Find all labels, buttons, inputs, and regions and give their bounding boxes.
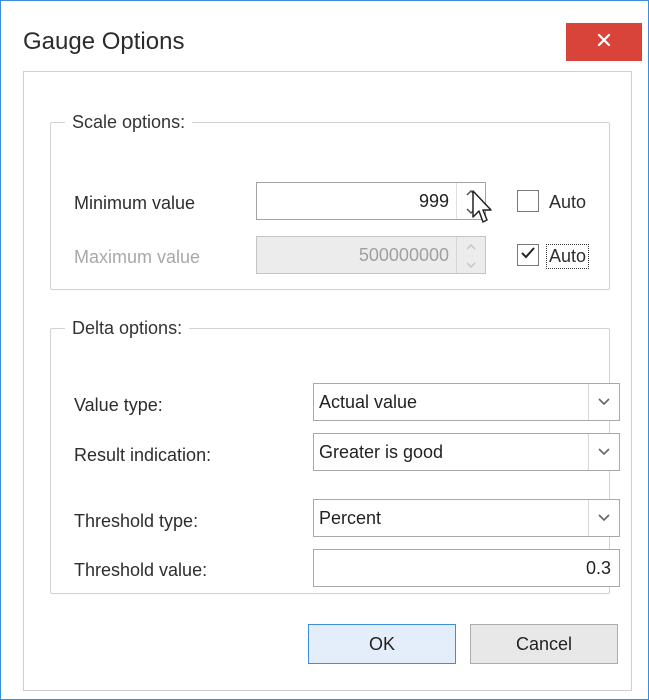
- threshold-type-dropdown-button[interactable]: [588, 500, 619, 536]
- gauge-options-dialog: Gauge Options Scale options: Minimum val…: [0, 0, 649, 700]
- value-type-value: Actual value: [319, 392, 418, 412]
- minimum-value-input[interactable]: 999: [257, 183, 457, 219]
- chevron-down-icon: [598, 393, 610, 411]
- threshold-type-label: Threshold type:: [74, 511, 199, 531]
- threshold-type-combo[interactable]: Percent: [313, 499, 620, 537]
- minimum-auto-checkbox[interactable]: [517, 190, 539, 212]
- close-icon: [597, 33, 611, 52]
- minimum-auto-label[interactable]: Auto: [547, 191, 588, 214]
- result-indication-dropdown-button[interactable]: [588, 434, 619, 470]
- delta-options-group: Delta options: Value type: Actual value …: [50, 318, 620, 594]
- spin-down-icon: [466, 255, 476, 273]
- maximum-auto-label[interactable]: Auto: [545, 244, 590, 269]
- spin-up-button-disabled: [457, 237, 485, 255]
- result-indication-label: Result indication:: [74, 445, 212, 465]
- maximum-value-spin-buttons: [456, 237, 485, 273]
- value-type-combo[interactable]: Actual value: [313, 383, 620, 421]
- result-indication-value: Greater is good: [319, 442, 444, 462]
- value-type-label: Value type:: [74, 395, 163, 415]
- maximum-auto-checkbox[interactable]: [517, 244, 539, 266]
- delta-options-legend: Delta options:: [72, 318, 183, 338]
- cancel-button[interactable]: Cancel: [470, 624, 618, 664]
- maximum-value-spinner: 500000000: [256, 236, 486, 274]
- chevron-down-icon: [598, 443, 610, 461]
- maximum-value-input: 500000000: [358, 245, 449, 265]
- chevron-down-icon: [598, 509, 610, 527]
- result-indication-combo[interactable]: Greater is good: [313, 433, 620, 471]
- dialog-body: Scale options: Minimum value 999 Auto Ma…: [23, 71, 632, 691]
- checkmark-icon: [520, 246, 536, 265]
- title-bar[interactable]: Gauge Options: [1, 1, 648, 61]
- spin-up-icon: [466, 237, 476, 255]
- threshold-value-label: Threshold value:: [74, 560, 208, 580]
- scale-options-group: Scale options: Minimum value 999 Auto Ma…: [50, 112, 610, 290]
- scale-options-legend: Scale options:: [72, 112, 186, 132]
- threshold-type-value: Percent: [319, 508, 382, 528]
- minimum-value-spinner[interactable]: 999: [256, 182, 486, 220]
- value-type-dropdown-button[interactable]: [588, 384, 619, 420]
- minimum-value-label: Minimum value: [74, 193, 196, 213]
- spin-down-button-disabled: [457, 255, 485, 273]
- maximum-value-label: Maximum value: [74, 247, 201, 267]
- window-title: Gauge Options: [23, 28, 185, 55]
- mouse-pointer-icon: [471, 190, 493, 231]
- threshold-value-input[interactable]: 0.3: [313, 549, 620, 587]
- close-button[interactable]: [566, 23, 642, 61]
- ok-button[interactable]: OK: [308, 624, 456, 664]
